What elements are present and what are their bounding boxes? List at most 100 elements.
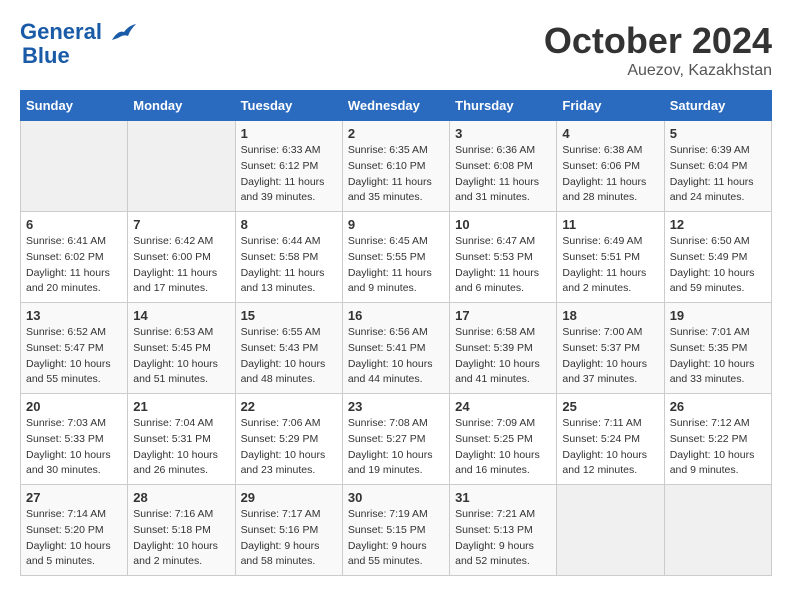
calendar-day-cell: 9 Sunrise: 6:45 AMSunset: 5:55 PMDaylight… [342, 212, 449, 303]
day-number: 15 [241, 308, 337, 323]
day-number: 26 [670, 399, 766, 414]
calendar-day-cell: 16 Sunrise: 6:56 AMSunset: 5:41 PMDayligh… [342, 303, 449, 394]
day-number: 8 [241, 217, 337, 232]
calendar-header-row: SundayMondayTuesdayWednesdayThursdayFrid… [21, 91, 772, 121]
day-info: Sunrise: 6:55 AMSunset: 5:43 PMDaylight:… [241, 325, 337, 388]
calendar-day-cell: 25 Sunrise: 7:11 AMSunset: 5:24 PMDayligh… [557, 394, 664, 485]
calendar-day-cell [21, 121, 128, 212]
day-number: 29 [241, 490, 337, 505]
day-info: Sunrise: 7:06 AMSunset: 5:29 PMDaylight:… [241, 416, 337, 479]
calendar-day-cell: 11Sunrise: 6:49 AMSunset: 5:51 PMDayligh… [557, 212, 664, 303]
header-monday: Monday [128, 91, 235, 121]
calendar-week-row: 20Sunrise: 7:03 AMSunset: 5:33 PMDayligh… [21, 394, 772, 485]
day-info: Sunrise: 7:08 AMSunset: 5:27 PMDaylight:… [348, 416, 444, 479]
calendar-day-cell: 13Sunrise: 6:52 AMSunset: 5:47 PMDayligh… [21, 303, 128, 394]
day-info: Sunrise: 7:21 AMSunset: 5:13 PMDaylight:… [455, 507, 551, 570]
day-info: Sunrise: 7:12 AMSunset: 5:22 PMDaylight:… [670, 416, 766, 479]
calendar-table: SundayMondayTuesdayWednesdayThursdayFrid… [20, 90, 772, 576]
header-friday: Friday [557, 91, 664, 121]
day-info: Sunrise: 6:35 AMSunset: 6:10 PMDaylight:… [348, 143, 444, 206]
day-info: Sunrise: 7:19 AMSunset: 5:15 PMDaylight:… [348, 507, 444, 570]
month-title: October 2024 [544, 20, 772, 62]
calendar-day-cell: 29 Sunrise: 7:17 AMSunset: 5:16 PMDayligh… [235, 485, 342, 576]
day-number: 28 [133, 490, 229, 505]
day-number: 1 [241, 126, 337, 141]
day-number: 12 [670, 217, 766, 232]
calendar-day-cell: 8Sunrise: 6:44 AMSunset: 5:58 PMDaylight… [235, 212, 342, 303]
calendar-day-cell: 28Sunrise: 7:16 AMSunset: 5:18 PMDayligh… [128, 485, 235, 576]
calendar-day-cell: 2 Sunrise: 6:35 AMSunset: 6:10 PMDaylight… [342, 121, 449, 212]
header-tuesday: Tuesday [235, 91, 342, 121]
day-info: Sunrise: 6:53 AMSunset: 5:45 PMDaylight:… [133, 325, 229, 388]
calendar-day-cell: 1Sunrise: 6:33 AMSunset: 6:12 PMDaylight… [235, 121, 342, 212]
calendar-day-cell: 20Sunrise: 7:03 AMSunset: 5:33 PMDayligh… [21, 394, 128, 485]
day-info: Sunrise: 7:00 AMSunset: 5:37 PMDaylight:… [562, 325, 658, 388]
day-info: Sunrise: 6:49 AMSunset: 5:51 PMDaylight:… [562, 234, 658, 297]
day-info: Sunrise: 7:14 AMSunset: 5:20 PMDaylight:… [26, 507, 122, 570]
header-wednesday: Wednesday [342, 91, 449, 121]
day-number: 3 [455, 126, 551, 141]
day-number: 27 [26, 490, 122, 505]
day-info: Sunrise: 6:58 AMSunset: 5:39 PMDaylight:… [455, 325, 551, 388]
title-block: October 2024 Auezov, Kazakhstan [544, 20, 772, 80]
day-number: 7 [133, 217, 229, 232]
day-info: Sunrise: 7:03 AMSunset: 5:33 PMDaylight:… [26, 416, 122, 479]
page-header: General Blue October 2024 Auezov, Kazakh… [20, 20, 772, 80]
location: Auezov, Kazakhstan [544, 62, 772, 80]
day-number: 6 [26, 217, 122, 232]
day-number: 9 [348, 217, 444, 232]
day-number: 14 [133, 308, 229, 323]
day-info: Sunrise: 6:38 AMSunset: 6:06 PMDaylight:… [562, 143, 658, 206]
day-info: Sunrise: 7:04 AMSunset: 5:31 PMDaylight:… [133, 416, 229, 479]
calendar-day-cell: 23 Sunrise: 7:08 AMSunset: 5:27 PMDayligh… [342, 394, 449, 485]
calendar-day-cell: 7 Sunrise: 6:42 AMSunset: 6:00 PMDaylight… [128, 212, 235, 303]
day-info: Sunrise: 7:17 AMSunset: 5:16 PMDaylight:… [241, 507, 337, 570]
day-info: Sunrise: 6:47 AMSunset: 5:53 PMDaylight:… [455, 234, 551, 297]
day-number: 5 [670, 126, 766, 141]
day-info: Sunrise: 7:11 AMSunset: 5:24 PMDaylight:… [562, 416, 658, 479]
calendar-week-row: 27 Sunrise: 7:14 AMSunset: 5:20 PMDayligh… [21, 485, 772, 576]
day-number: 10 [455, 217, 551, 232]
calendar-day-cell: 15 Sunrise: 6:55 AMSunset: 5:43 PMDayligh… [235, 303, 342, 394]
day-number: 22 [241, 399, 337, 414]
day-number: 23 [348, 399, 444, 414]
header-thursday: Thursday [450, 91, 557, 121]
calendar-day-cell: 31Sunrise: 7:21 AMSunset: 5:13 PMDayligh… [450, 485, 557, 576]
day-info: Sunrise: 6:41 AMSunset: 6:02 PMDaylight:… [26, 234, 122, 297]
day-number: 30 [348, 490, 444, 505]
day-info: Sunrise: 7:01 AMSunset: 5:35 PMDaylight:… [670, 325, 766, 388]
header-sunday: Sunday [21, 91, 128, 121]
day-number: 21 [133, 399, 229, 414]
day-number: 25 [562, 399, 658, 414]
day-number: 24 [455, 399, 551, 414]
day-info: Sunrise: 7:09 AMSunset: 5:25 PMDaylight:… [455, 416, 551, 479]
day-info: Sunrise: 6:56 AMSunset: 5:41 PMDaylight:… [348, 325, 444, 388]
calendar-day-cell: 12 Sunrise: 6:50 AMSunset: 5:49 PMDayligh… [664, 212, 771, 303]
calendar-day-cell: 18 Sunrise: 7:00 AMSunset: 5:37 PMDayligh… [557, 303, 664, 394]
calendar-week-row: 6 Sunrise: 6:41 AMSunset: 6:02 PMDaylight… [21, 212, 772, 303]
calendar-day-cell: 6 Sunrise: 6:41 AMSunset: 6:02 PMDaylight… [21, 212, 128, 303]
day-number: 2 [348, 126, 444, 141]
day-info: Sunrise: 6:42 AMSunset: 6:00 PMDaylight:… [133, 234, 229, 297]
calendar-day-cell: 21 Sunrise: 7:04 AMSunset: 5:31 PMDayligh… [128, 394, 235, 485]
day-number: 16 [348, 308, 444, 323]
day-number: 18 [562, 308, 658, 323]
calendar-day-cell: 4Sunrise: 6:38 AMSunset: 6:06 PMDaylight… [557, 121, 664, 212]
day-info: Sunrise: 6:52 AMSunset: 5:47 PMDaylight:… [26, 325, 122, 388]
calendar-day-cell: 10 Sunrise: 6:47 AMSunset: 5:53 PMDayligh… [450, 212, 557, 303]
calendar-day-cell: 30 Sunrise: 7:19 AMSunset: 5:15 PMDayligh… [342, 485, 449, 576]
day-info: Sunrise: 6:45 AMSunset: 5:55 PMDaylight:… [348, 234, 444, 297]
day-number: 19 [670, 308, 766, 323]
calendar-day-cell [128, 121, 235, 212]
calendar-day-cell: 14 Sunrise: 6:53 AMSunset: 5:45 PMDayligh… [128, 303, 235, 394]
day-info: Sunrise: 6:39 AMSunset: 6:04 PMDaylight:… [670, 143, 766, 206]
calendar-week-row: 1Sunrise: 6:33 AMSunset: 6:12 PMDaylight… [21, 121, 772, 212]
logo: General Blue [20, 20, 136, 68]
calendar-day-cell: 17 Sunrise: 6:58 AMSunset: 5:39 PMDayligh… [450, 303, 557, 394]
calendar-day-cell [664, 485, 771, 576]
calendar-day-cell: 22 Sunrise: 7:06 AMSunset: 5:29 PMDayligh… [235, 394, 342, 485]
calendar-day-cell: 5 Sunrise: 6:39 AMSunset: 6:04 PMDaylight… [664, 121, 771, 212]
logo-bird-icon [110, 22, 136, 44]
day-info: Sunrise: 6:50 AMSunset: 5:49 PMDaylight:… [670, 234, 766, 297]
day-number: 17 [455, 308, 551, 323]
